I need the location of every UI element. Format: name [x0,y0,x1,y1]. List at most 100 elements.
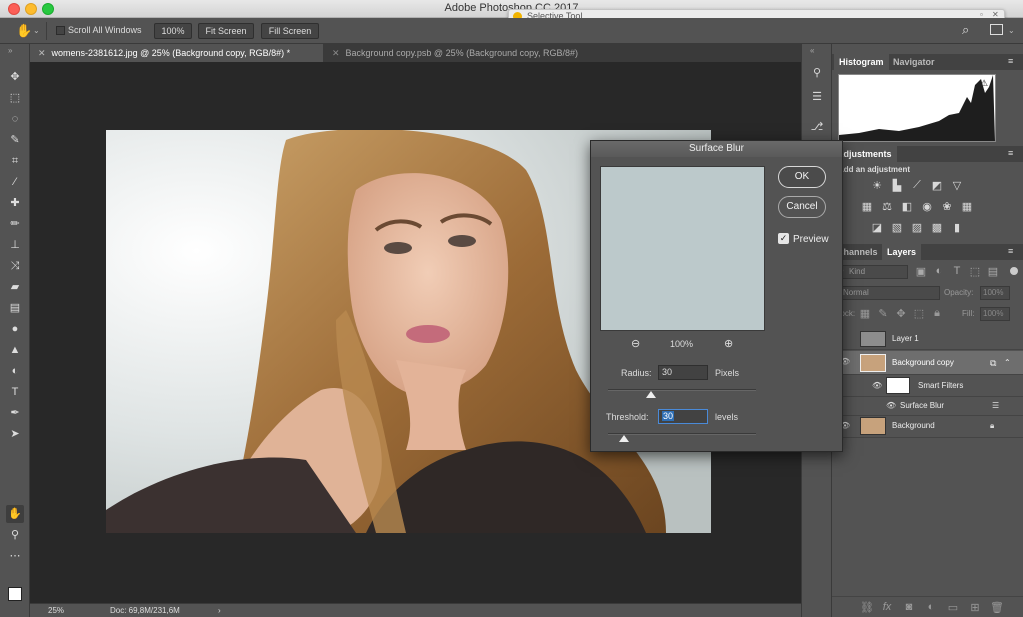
brightness-contrast-icon[interactable]: ☀ [870,179,884,192]
status-menu-arrow-icon[interactable]: › [218,604,221,617]
close-tab-icon[interactable]: ✕ [38,48,46,58]
filter-shape-icon[interactable]: ⬚ [968,265,982,278]
crop-tool-icon[interactable]: ⌗ [6,152,24,170]
workspace-chevron-icon[interactable]: ⌄ [1008,26,1015,35]
ok-button[interactable]: OK [778,166,826,188]
tab-background-copy-psb[interactable]: ✕ Background copy.psb @ 25% (Background c… [324,44,624,62]
layer-row-selected[interactable]: 👁︎ Background copy ⧉ ⌃ [832,351,1023,375]
vibrance-icon[interactable]: ▽ [950,179,964,192]
lock-all-icon[interactable]: 🔒︎ [930,307,944,320]
radius-input[interactable]: 30 [658,365,708,380]
zoom-in-icon[interactable]: ⊕ [724,337,733,350]
layer-row[interactable]: 👁︎ Background 🔒︎ [832,414,1023,438]
threshold-slider-track[interactable] [608,433,756,435]
filter-mask-thumbnail[interactable] [886,377,910,394]
fill-input[interactable]: 100% [980,307,1010,321]
channel-mixer-icon[interactable]: ❀ [940,200,954,213]
color-lookup-icon[interactable]: ▦ [960,200,974,213]
filter-blending-options-icon[interactable]: ☰ [992,396,999,416]
collapse-arrows-icon[interactable]: « [810,46,814,55]
fx-icon[interactable]: fx [880,601,894,613]
warning-icon[interactable]: ⚠ [980,78,988,89]
zoom-out-icon[interactable]: ⊖ [631,337,640,350]
history-brush-tool-icon[interactable]: ⤨ [6,257,24,275]
link-layers-icon[interactable]: ⛓ [860,601,874,614]
close-tab-icon[interactable]: ✕ [332,48,340,58]
opacity-input[interactable]: 100% [980,286,1010,300]
blend-mode-select[interactable]: Normal [836,286,940,300]
workspace-icon[interactable] [990,24,1003,35]
black-white-icon[interactable]: ◧ [900,200,914,213]
fit-screen-button[interactable]: Fit Screen [198,23,254,39]
tab-womens-image[interactable]: ✕ womens-2381612.jpg @ 25% (Background co… [30,44,323,62]
eyedropper-tool-icon[interactable]: ⁄ [6,173,24,191]
layer-name[interactable]: Background [892,415,935,437]
sharpen-tool-icon[interactable]: ▲ [6,341,24,359]
zoom-100-button[interactable]: 100% [154,23,192,39]
filter-smart-object-icon[interactable]: ▤ [986,265,1000,278]
lock-image-icon[interactable]: ✎ [876,307,890,320]
filter-type-icon[interactable]: T [950,265,964,277]
visibility-eye-icon[interactable]: 👁︎ [872,375,882,397]
lock-position-icon[interactable]: ✥ [894,307,908,320]
radius-slider-thumb[interactable] [645,391,656,398]
chevron-down-icon[interactable]: ⌄ [33,26,40,35]
zoom-level[interactable]: 25% [48,604,64,617]
hand-tool-icon[interactable]: ✋ [6,505,24,523]
tab-navigator[interactable]: Navigator [888,54,940,70]
collapse-arrows-icon[interactable]: » [8,46,12,55]
more-tools-icon[interactable]: ⋯ [6,547,24,565]
posterize-icon[interactable]: ▧ [890,221,904,234]
layer-name[interactable]: Layer 1 [892,328,919,350]
radius-slider-track[interactable] [608,389,756,391]
threshold-slider-thumb[interactable] [619,435,630,442]
smart-filters-row[interactable]: 👁︎ Smart Filters [832,375,1023,397]
layer-name[interactable]: Background copy [892,352,954,374]
layer-row[interactable]: Layer 1 [832,328,1023,350]
surface-blur-dialog[interactable]: Surface Blur OK Cancel ✓ Preview ⊖ 100% … [590,140,843,452]
panel-menu-icon[interactable]: ≡ [1008,56,1013,66]
curves-icon[interactable]: ⟋ [910,179,924,192]
lock-transparent-icon[interactable]: ▦ [858,307,872,320]
adjustments-sliders-icon[interactable]: ☰ [810,90,824,103]
brush-tool-icon[interactable]: ✏ [6,215,24,233]
cancel-button[interactable]: Cancel [778,196,826,218]
filter-preview[interactable] [600,166,765,331]
new-adjustment-layer-icon[interactable]: ◐ [924,601,938,613]
search-icon[interactable]: ⌕ [962,22,969,38]
panel-menu-icon[interactable]: ≡ [1008,148,1013,158]
path-selection-tool-icon[interactable]: ➤ [6,425,24,443]
exposure-icon[interactable]: ◩ [930,179,944,192]
dodge-tool-icon[interactable]: ◐ [6,362,24,380]
filter-toggle[interactable] [1010,267,1018,275]
add-mask-icon[interactable]: ◙ [902,601,916,613]
gradient-tool-icon[interactable]: ▤ [6,299,24,317]
hue-saturation-icon[interactable]: ▦ [860,200,874,213]
healing-brush-tool-icon[interactable]: ✚ [6,194,24,212]
dialog-title[interactable]: Surface Blur [591,141,842,157]
fill-screen-button[interactable]: Fill Screen [261,23,319,39]
history-icon[interactable]: ⎇ [810,120,824,133]
scroll-all-windows-checkbox[interactable] [56,26,65,35]
panel-menu-icon[interactable]: ≡ [1008,246,1013,256]
clone-stamp-tool-icon[interactable]: ⊥ [6,236,24,254]
invert-icon[interactable]: ◪ [870,221,884,234]
tab-histogram[interactable]: Histogram [834,54,889,70]
selective-color-icon[interactable]: ▩ [930,221,944,234]
foreground-color-swatch[interactable] [8,587,22,601]
quick-selection-tool-icon[interactable]: ✎ [6,131,24,149]
filter-name[interactable]: Surface Blur [900,396,944,416]
properties-icon[interactable]: ⚲ [810,66,824,79]
visibility-eye-icon[interactable]: 👁︎ [886,396,896,416]
threshold-icon[interactable]: ▨ [910,221,924,234]
trash-icon[interactable]: 🗑︎ [990,601,1004,614]
move-tool-icon[interactable]: ✥ [6,68,24,86]
filter-adjustment-icon[interactable]: ◐ [932,265,946,277]
tab-layers[interactable]: Layers [882,244,922,260]
marquee-tool-icon[interactable]: ⬚ [6,89,24,107]
lasso-tool-icon[interactable]: ◌ [6,110,24,128]
preview-checkbox[interactable]: ✓ [778,233,789,244]
surface-blur-filter-row[interactable]: 👁︎ Surface Blur ☰ [832,396,1023,416]
gradient-map-icon[interactable]: ▮ [950,221,964,234]
levels-icon[interactable]: ▙ [890,179,904,192]
